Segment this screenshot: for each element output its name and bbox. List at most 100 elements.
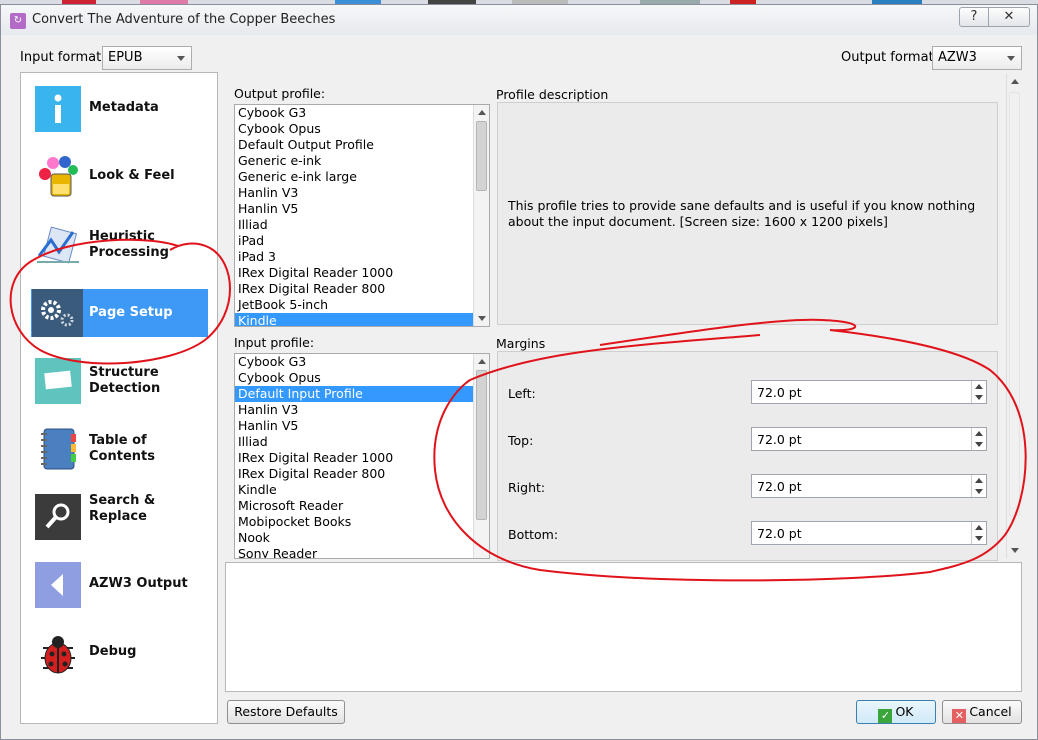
- back-arrow-icon: [35, 562, 81, 608]
- input-profile-item[interactable]: Illiad: [235, 434, 489, 450]
- margin-right-spinbox[interactable]: 72.0 pt: [751, 474, 987, 498]
- cancel-button[interactable]: ✕ Cancel: [942, 700, 1022, 724]
- output-format-value: AZW3: [938, 50, 977, 65]
- input-profile-scrollbar[interactable]: [473, 354, 489, 558]
- output-profile-label: Output profile:: [234, 86, 326, 101]
- input-profile-item[interactable]: Hanlin V3: [235, 402, 489, 418]
- output-profile-item[interactable]: iPad: [235, 233, 489, 249]
- sidebar-item-look-feel[interactable]: Look & Feel: [31, 153, 208, 203]
- input-format-select[interactable]: EPUB: [102, 46, 192, 70]
- output-profile-item[interactable]: JetBook 5-inch: [235, 297, 489, 313]
- input-profile-list[interactable]: Cybook G3 Cybook Opus Default Input Profil…: [234, 353, 490, 559]
- scroll-thumb[interactable]: [1009, 92, 1020, 516]
- margin-left-label: Left:: [508, 386, 536, 401]
- sidebar-item-page-setup[interactable]: Page Setup: [31, 289, 208, 337]
- output-profile-item[interactable]: Cybook G3: [235, 105, 489, 121]
- input-profile-item[interactable]: Sony Reader: [235, 546, 489, 558]
- output-profile-item[interactable]: Default Output Profile: [235, 137, 489, 153]
- sidebar-item-label: Table of Contents: [89, 433, 155, 464]
- margin-bottom-value: 72.0 pt: [757, 526, 802, 541]
- spin-down-icon[interactable]: [975, 489, 983, 494]
- window-title: Convert The Adventure of the Copper Beec…: [32, 12, 336, 27]
- output-profile-item[interactable]: Illiad: [235, 217, 489, 233]
- scroll-thumb[interactable]: [476, 121, 487, 191]
- spin-buttons[interactable]: [971, 475, 986, 497]
- cancel-label: Cancel: [969, 704, 1012, 719]
- output-profile-item[interactable]: Hanlin V3: [235, 185, 489, 201]
- profile-description-label: Profile description: [496, 87, 609, 102]
- profile-description-panel: This profile tries to provide sane defau…: [497, 102, 998, 325]
- input-profile-item[interactable]: Nook: [235, 530, 489, 546]
- output-profile-item[interactable]: Generic e-ink large: [235, 169, 489, 185]
- spin-down-icon[interactable]: [975, 536, 983, 541]
- spin-up-icon[interactable]: [975, 431, 983, 436]
- sidebar-item-label: Structure Detection: [89, 365, 161, 396]
- input-profile-item[interactable]: Kindle: [235, 482, 489, 498]
- magnifier-icon: [35, 494, 81, 540]
- sidebar-item-label: Heuristic Processing: [89, 229, 169, 260]
- input-profile-item[interactable]: Hanlin V5: [235, 418, 489, 434]
- sidebar-item-search-replace[interactable]: Search & Replace: [31, 493, 208, 543]
- sidebar-item-heuristic-processing[interactable]: Heuristic Processing: [31, 221, 208, 271]
- sidebar-item-label: AZW3 Output: [89, 576, 188, 591]
- ok-button[interactable]: ✓ OK: [856, 700, 936, 724]
- output-profile-item[interactable]: Generic e-ink: [235, 153, 489, 169]
- scroll-down-icon[interactable]: [1011, 548, 1019, 553]
- output-profile-item[interactable]: Hanlin V5: [235, 201, 489, 217]
- input-profile-item[interactable]: Default Input Profile: [235, 386, 489, 402]
- scroll-down-icon[interactable]: [478, 316, 486, 321]
- output-profile-item[interactable]: IRex Digital Reader 800: [235, 281, 489, 297]
- output-profile-item[interactable]: Cybook Opus: [235, 121, 489, 137]
- spin-buttons[interactable]: [971, 522, 986, 544]
- close-button[interactable]: ✕: [988, 7, 1030, 27]
- sidebar-item-label: Debug: [89, 644, 137, 659]
- input-profile-item[interactable]: IRex Digital Reader 1000: [235, 450, 489, 466]
- profile-description-text: This profile tries to provide sane defau…: [508, 198, 976, 229]
- output-profile-scrollbar[interactable]: [473, 105, 489, 326]
- output-profile-list[interactable]: Cybook G3 Cybook Opus Default Output Profi…: [234, 104, 490, 327]
- spin-down-icon[interactable]: [975, 395, 983, 400]
- scroll-up-icon[interactable]: [478, 359, 486, 364]
- scroll-up-icon[interactable]: [478, 110, 486, 115]
- spin-up-icon[interactable]: [975, 384, 983, 389]
- sidebar-item-table-of-contents[interactable]: Table of Contents: [31, 425, 208, 475]
- input-profile-item[interactable]: Cybook G3: [235, 354, 489, 370]
- input-profile-item[interactable]: IRex Digital Reader 800: [235, 466, 489, 482]
- input-profile-item[interactable]: Mobipocket Books: [235, 514, 489, 530]
- spin-buttons[interactable]: [971, 381, 986, 403]
- title-bar: ↻ Convert The Adventure of the Copper Be…: [1, 5, 1037, 35]
- spin-buttons[interactable]: [971, 428, 986, 450]
- cancel-x-icon: ✕: [952, 709, 967, 723]
- spin-up-icon[interactable]: [975, 478, 983, 483]
- spin-down-icon[interactable]: [975, 442, 983, 447]
- restore-defaults-button[interactable]: Restore Defaults: [227, 700, 345, 724]
- output-profile-item[interactable]: IRex Digital Reader 1000: [235, 265, 489, 281]
- sidebar-item-metadata[interactable]: Metadata: [31, 85, 208, 135]
- output-profile-item[interactable]: Kindle: [235, 313, 489, 326]
- margin-left-spinbox[interactable]: 72.0 pt: [751, 380, 987, 404]
- input-format-value: EPUB: [108, 50, 143, 65]
- sidebar-item-debug[interactable]: Debug: [31, 629, 208, 679]
- input-profile-item[interactable]: Microsoft Reader: [235, 498, 489, 514]
- scroll-thumb[interactable]: [476, 370, 487, 520]
- sidebar-item-label: Metadata: [89, 100, 159, 115]
- structure-icon: [35, 358, 81, 404]
- margin-top-spinbox[interactable]: 72.0 pt: [751, 427, 987, 451]
- settings-scrollbar[interactable]: [1006, 74, 1022, 558]
- sidebar-item-structure-detection[interactable]: Structure Detection: [31, 357, 208, 407]
- margin-bottom-spinbox[interactable]: 72.0 pt: [751, 521, 987, 545]
- output-profile-item[interactable]: iPad 3: [235, 249, 489, 265]
- margin-right-value: 72.0 pt: [757, 479, 802, 494]
- app-icon: ↻: [10, 13, 26, 29]
- output-format-select[interactable]: AZW3: [932, 46, 1022, 70]
- output-profile-rows: Cybook G3 Cybook Opus Default Output Profi…: [235, 105, 489, 326]
- sidebar-item-azw3-output[interactable]: AZW3 Output: [31, 561, 208, 611]
- input-profile-item[interactable]: Cybook Opus: [235, 370, 489, 386]
- sidebar-item-label: Search & Replace: [89, 493, 156, 524]
- spin-up-icon[interactable]: [975, 525, 983, 530]
- book-icon: [35, 426, 81, 472]
- help-button[interactable]: ?: [959, 7, 989, 27]
- margin-top-label: Top:: [508, 433, 534, 448]
- output-format-label: Output format:: [841, 50, 939, 65]
- scroll-up-icon[interactable]: [1011, 79, 1019, 84]
